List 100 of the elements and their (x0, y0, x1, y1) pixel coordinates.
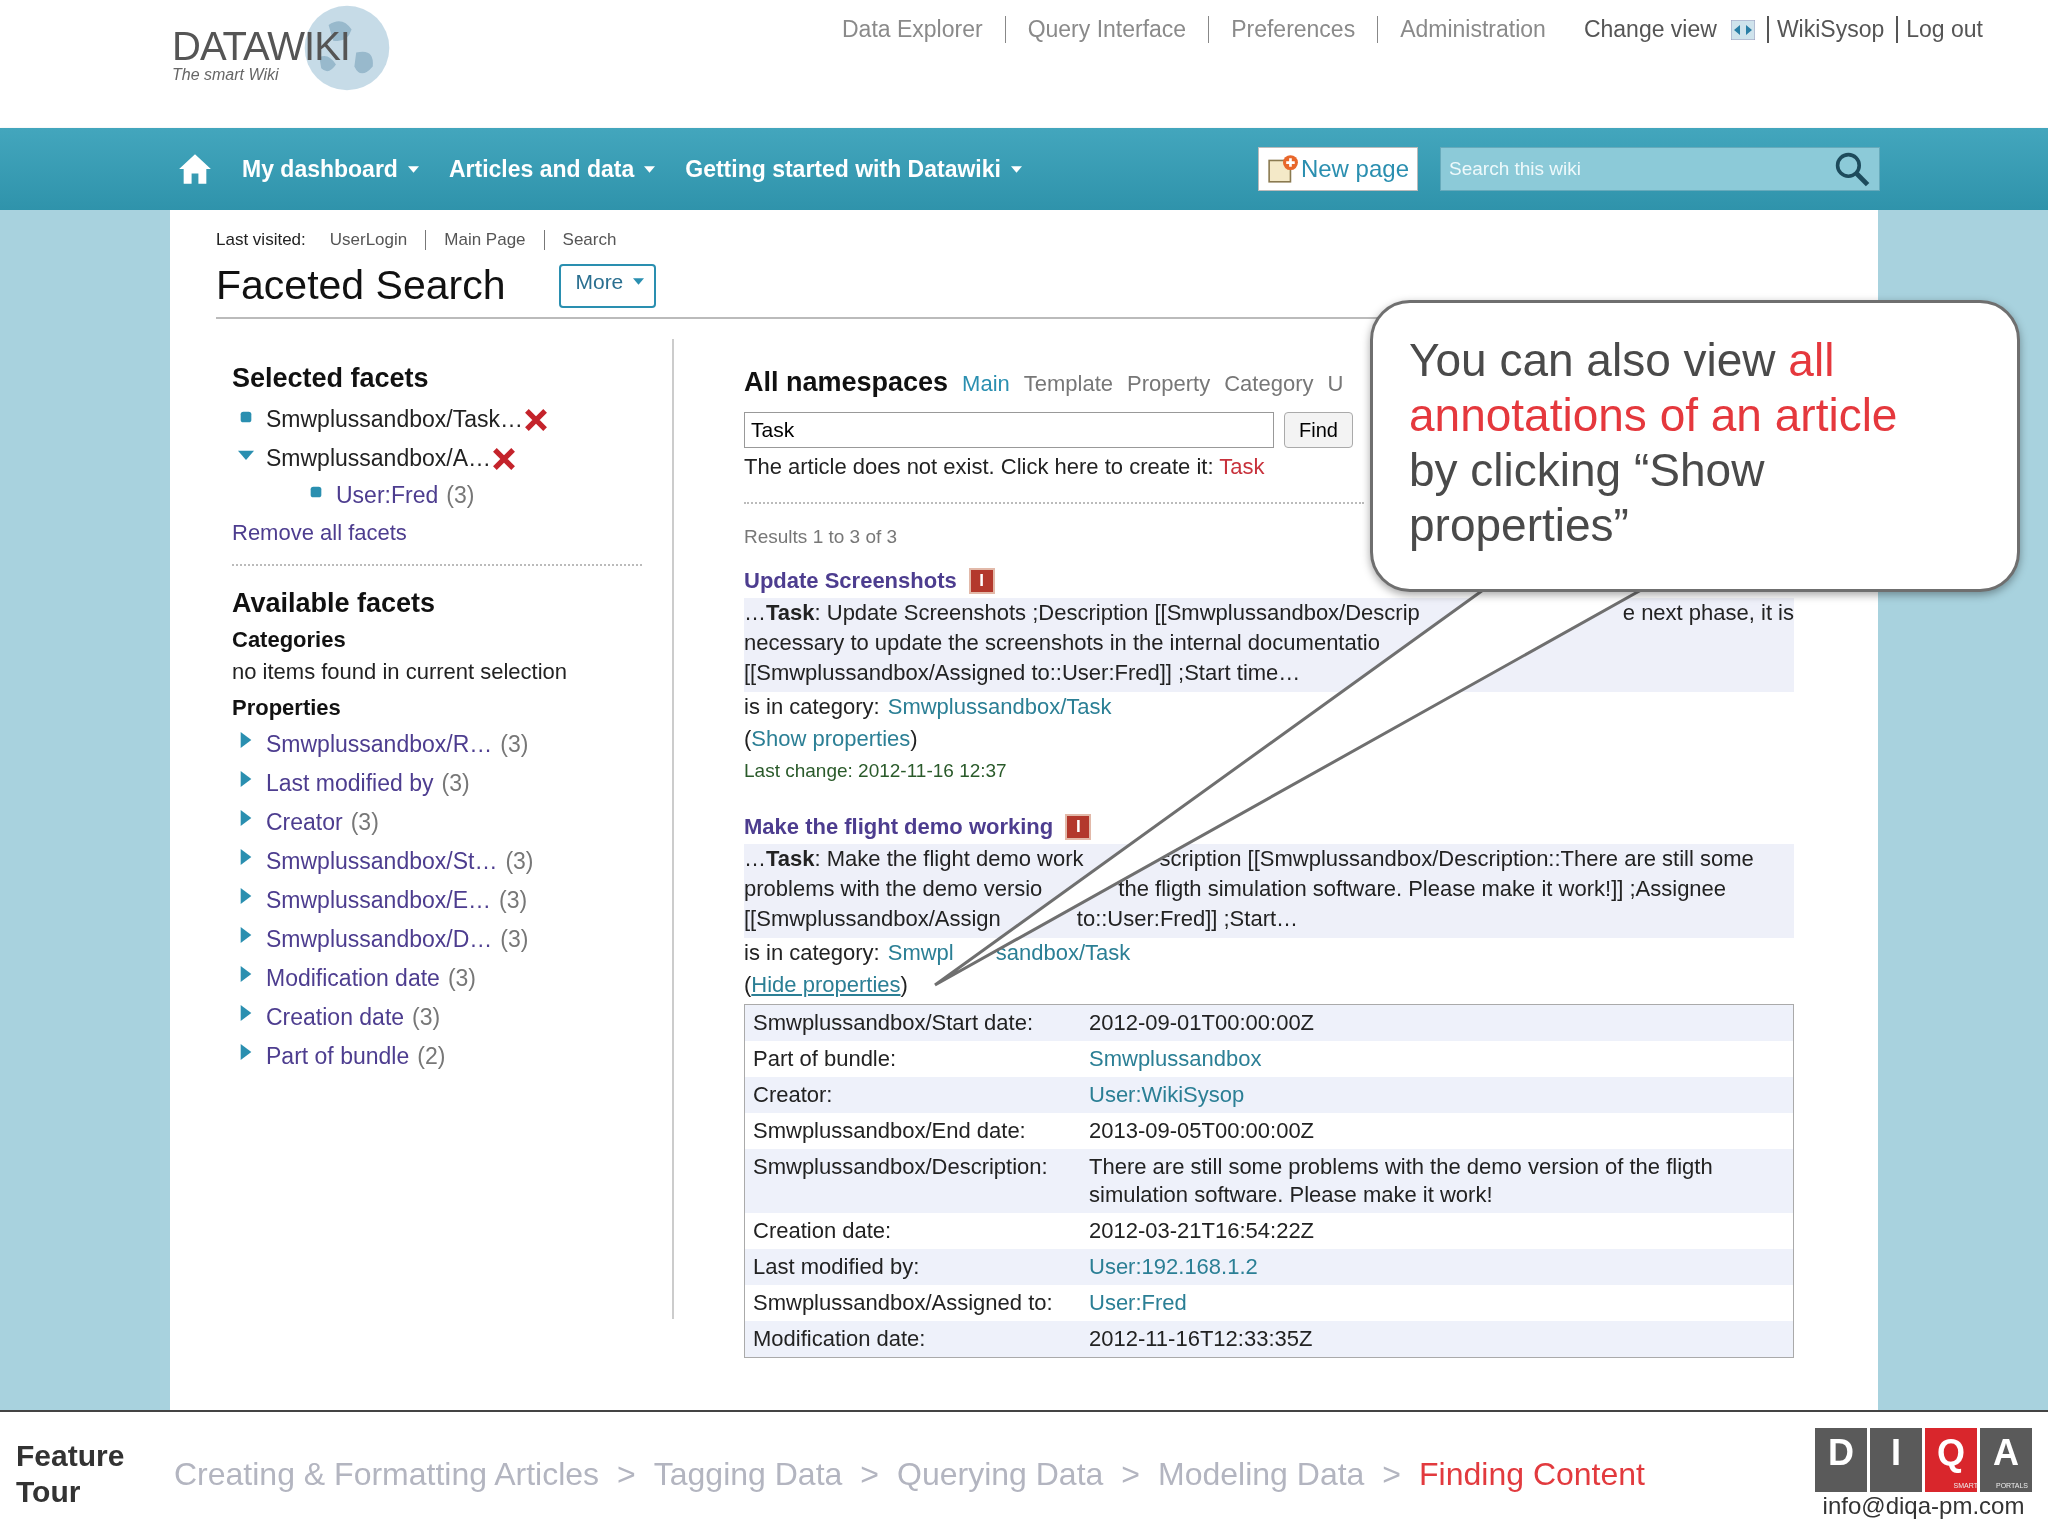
callout-text: You can also view all annotations of an article by clicking “Show properties” (1409, 333, 1899, 553)
property-link[interactable]: User:Fred (1081, 1285, 1793, 1321)
tour-step[interactable]: Finding Content (1419, 1455, 1645, 1493)
facet-count: (3) (499, 887, 528, 914)
step-separator: > (860, 1455, 879, 1493)
triangle-right-icon[interactable] (238, 809, 254, 826)
facet-count: (3) (441, 770, 470, 797)
caret-icon (644, 165, 656, 173)
category-link[interactable]: Smwplussandbox/Task (887, 694, 1112, 720)
step-separator: > (1121, 1455, 1140, 1493)
property-facet-link[interactable]: Smwplussandbox/R… (266, 731, 493, 758)
home-icon[interactable] (178, 152, 212, 186)
header-link[interactable]: Data Explorer (842, 16, 1005, 43)
category-link[interactable]: Smwpl (887, 940, 954, 966)
triangle-right-icon[interactable] (238, 731, 254, 748)
logo-letter: D (1815, 1428, 1867, 1492)
breadcrumb-link[interactable]: UserLogin (329, 230, 426, 250)
email-text: info@diqa-pm.com (1822, 1492, 2025, 1520)
triangle-right-icon[interactable] (238, 848, 254, 865)
namespace-tab[interactable]: Category (1224, 371, 1314, 397)
property-facet-link[interactable]: Smwplussandbox/E… (266, 887, 491, 914)
triangle-right-icon[interactable] (238, 926, 254, 943)
triangle-right-icon[interactable] (238, 770, 254, 787)
new-page-button[interactable]: New page (1257, 147, 1418, 191)
property-link[interactable]: Smwplussandbox (1081, 1041, 1793, 1077)
property-facet-link[interactable]: Creator (266, 809, 343, 836)
find-button[interactable]: Find (1284, 412, 1353, 448)
property-link[interactable]: User:WikiSysop (1081, 1077, 1793, 1113)
last-visited-label: Last visited: (216, 230, 306, 250)
snippet-text: necessary to update the screenshots in the internal documentatio (744, 629, 1380, 657)
property-facet-link[interactable]: Last modified by (266, 770, 434, 797)
namespace-tab[interactable]: Template (1023, 371, 1114, 397)
search-field[interactable]: Search this wiki (1440, 147, 1880, 191)
facet-value-link[interactable]: User:Fred (336, 481, 439, 509)
step-separator: > (617, 1455, 636, 1493)
nav-menu[interactable]: Articles and data (448, 155, 656, 183)
caret-icon (633, 278, 645, 285)
facet-count: (3) (447, 965, 476, 992)
triangle-right-icon[interactable] (238, 1043, 254, 1060)
snippet-text: problems with the demo versio (744, 875, 1043, 903)
logo-title[interactable]: DATAWIKI (172, 26, 402, 66)
change-view-link[interactable]: Change view (1567, 16, 1731, 43)
selected-facet[interactable]: Smwplussandbox/A… (266, 445, 491, 472)
namespace-tab[interactable]: All namespaces (744, 367, 949, 398)
arrows-icon[interactable] (1730, 19, 1755, 40)
facet-count: (3) (350, 809, 379, 836)
subheading: Properties (232, 695, 342, 721)
namespace-tab[interactable]: U (1327, 371, 1344, 397)
nav-menu[interactable]: Getting started with Datawiki (685, 155, 1022, 183)
create-link[interactable]: Task (1219, 454, 1265, 479)
facet-count: (3) (500, 731, 529, 758)
toggle-properties-link[interactable]: Hide properties (751, 972, 901, 997)
page-plus-icon (1266, 154, 1299, 184)
header-link[interactable]: Query Interface (1004, 16, 1209, 43)
header-link[interactable]: Administration (1377, 16, 1568, 43)
breadcrumb-link[interactable]: Search (543, 230, 635, 250)
property-name: Part of bundle: (744, 1041, 1081, 1077)
snippet-text: [[Smwplussandbox/Assign (744, 905, 1001, 933)
namespace-tab[interactable]: Main (962, 371, 1010, 397)
section-heading: Available facets (232, 588, 437, 619)
selected-facet[interactable]: Smwplussandbox/Task… (266, 406, 523, 433)
user-link[interactable]: Log out (1896, 16, 1995, 43)
result-title-link[interactable]: Make the flight demo working (744, 814, 1054, 840)
property-facet-link[interactable]: Modification date (266, 965, 440, 992)
info-badge[interactable]: I (968, 568, 995, 594)
info-badge[interactable]: I (1065, 814, 1092, 840)
caret-icon (1010, 165, 1022, 173)
namespace-tab[interactable]: Property (1127, 371, 1211, 397)
nav-menu[interactable]: My dashboard (242, 155, 419, 183)
remove-all-link[interactable]: Remove all facets (232, 520, 672, 546)
category-link[interactable]: sandbox/Task (995, 940, 1131, 966)
property-name: Last modified by: (744, 1249, 1081, 1285)
triangle-right-icon[interactable] (238, 965, 254, 982)
property-value: 2012-11-16T12:33:35Z (1081, 1321, 1794, 1358)
remove-icon[interactable] (491, 445, 517, 472)
more-button[interactable]: More (559, 263, 657, 308)
property-link[interactable]: User:192.168.1.2 (1081, 1249, 1793, 1285)
property-value: 2013-09-05T00:00:00Z (1081, 1113, 1794, 1149)
query-input[interactable]: Task (744, 412, 1274, 448)
property-facet-link[interactable]: Part of bundle (266, 1043, 410, 1070)
user-link[interactable]: WikiSysop (1766, 16, 1897, 43)
bullet-icon (308, 484, 324, 500)
property-facet-link[interactable]: Smwplussandbox/St… (266, 848, 498, 875)
property-facet-link[interactable]: Smwplussandbox/D… (266, 926, 493, 953)
triangle-right-icon[interactable] (238, 1004, 254, 1021)
snippet-text: the fligth simulation software. Please make it work!]] ;Assignee (1118, 875, 1727, 903)
property-name: Modification date: (744, 1321, 1081, 1358)
toggle-line: (Hide properties) (744, 972, 909, 998)
toggle-line: (Show properties) (744, 726, 919, 752)
toggle-properties-link[interactable]: Show properties (751, 726, 911, 751)
search-icon[interactable] (1834, 151, 1870, 187)
header-link[interactable]: Preferences (1208, 16, 1378, 43)
breadcrumb-link[interactable]: Main Page (425, 230, 544, 250)
triangle-right-icon[interactable] (238, 887, 254, 904)
remove-icon[interactable] (522, 406, 549, 433)
result-title-link[interactable]: Update Screenshots (744, 568, 957, 594)
property-facet-link[interactable]: Creation date (266, 1004, 405, 1031)
snippet-text: …Task: Update Screenshots ;Description [[Smwplussandbox/Descrip (744, 599, 1420, 627)
snippet-text: scription [[Smwplussandbox/Description::There are still some (1159, 845, 1754, 873)
caret-icon (407, 165, 419, 173)
